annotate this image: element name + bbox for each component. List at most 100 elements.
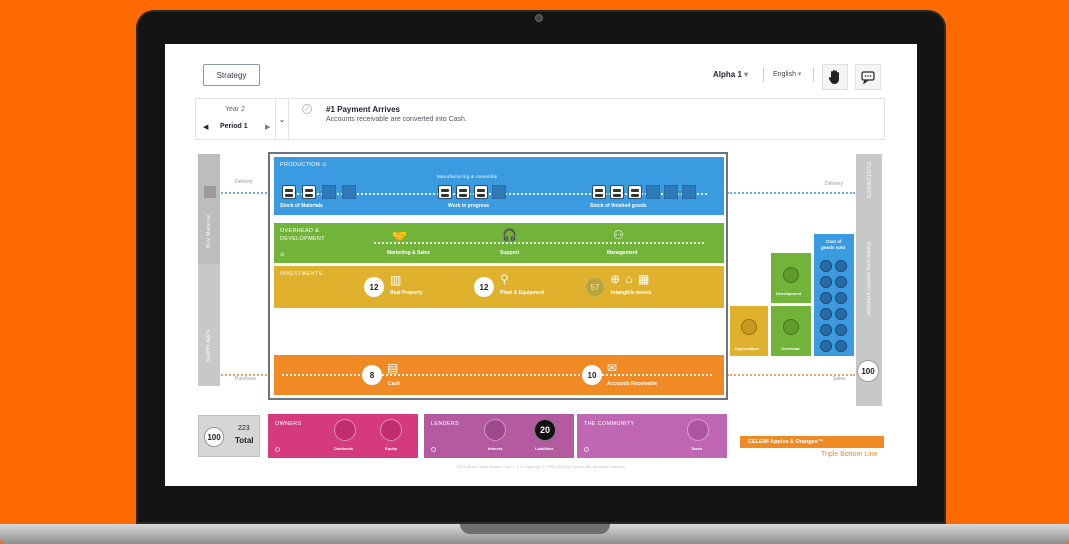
- development-slot[interactable]: [783, 267, 799, 283]
- headset-icon: 🎧: [502, 228, 517, 242]
- wip-stack[interactable]: [474, 185, 488, 199]
- empty-slot[interactable]: [646, 185, 660, 199]
- period-next-button[interactable]: ▶: [265, 123, 270, 131]
- production-title: PRODUCTION ⊙: [280, 162, 327, 168]
- cogs-slot[interactable]: [820, 260, 832, 272]
- camera-icon: [535, 14, 543, 22]
- info-icon: ⊙: [321, 162, 327, 168]
- cogs-slot[interactable]: [820, 276, 832, 288]
- chevron-down-icon: ⌄: [278, 114, 286, 124]
- purchase-label: Purchase: [235, 376, 257, 382]
- sales-label: Sales: [833, 376, 846, 382]
- finished-stack[interactable]: [628, 185, 642, 199]
- support-label: Support: [500, 250, 520, 256]
- intangible-label: Intangible assets: [611, 290, 652, 296]
- cogs-slot[interactable]: [820, 324, 832, 336]
- event-expand-button[interactable]: ⌄: [275, 98, 289, 140]
- year-label: Year 2: [225, 106, 245, 113]
- receivable-coin[interactable]: 10: [582, 365, 602, 385]
- dividends-slot[interactable]: [334, 419, 356, 441]
- event-description: Accounts receivable are converted into C…: [326, 116, 467, 123]
- handshake-icon: 🤝: [392, 229, 407, 243]
- chat-icon: [861, 70, 875, 84]
- cash-flow: [282, 374, 712, 376]
- divider: [763, 68, 764, 82]
- language-select[interactable]: English ▾: [773, 70, 801, 78]
- intangible-coin[interactable]: 57: [585, 277, 605, 297]
- marketing-label: Marketing & Sales: [387, 250, 431, 256]
- period-prev-button[interactable]: ◀: [203, 123, 208, 131]
- intangibles-icons: ⊕ ⌂ ▦: [610, 272, 651, 286]
- cogs-slot[interactable]: [835, 324, 847, 336]
- plant-coin[interactable]: 12: [474, 277, 494, 297]
- lenders-box: LENDERS Interest 20 Liabilities: [424, 414, 574, 458]
- raise-hand-button[interactable]: [822, 64, 848, 90]
- overhead-title-1: OVERHEAD &: [280, 228, 320, 234]
- owners-title: OWNERS: [275, 421, 302, 427]
- development-block[interactable]: Development: [771, 253, 811, 303]
- depreciation-slot[interactable]: [741, 319, 757, 335]
- check-icon: ✓: [302, 104, 312, 114]
- depreciation-block[interactable]: Depreciation: [730, 306, 768, 356]
- cash-coin[interactable]: 8: [362, 365, 382, 385]
- real-property-coin[interactable]: 12: [364, 277, 384, 297]
- org-chart-icon: ⚇: [613, 228, 624, 242]
- material-stack[interactable]: [302, 185, 316, 199]
- market-potential-coin[interactable]: 100: [857, 360, 879, 382]
- cash-label: Cash: [388, 381, 401, 387]
- event-title: #1 Payment Arrives: [326, 105, 400, 114]
- equity-slot[interactable]: [380, 419, 402, 441]
- cash-band: 8 ▤ Cash 10 ✉ Accounts Receivable: [274, 355, 724, 395]
- wip-stack[interactable]: [456, 185, 470, 199]
- cogs-slot[interactable]: [835, 308, 847, 320]
- chevron-down-icon: ▾: [797, 71, 802, 78]
- material-slot[interactable]: [204, 186, 216, 198]
- cogs-slot[interactable]: [820, 292, 832, 304]
- info-icon: [275, 447, 280, 452]
- receivable-label: Accounts Receivable: [607, 381, 658, 387]
- cogs-slot[interactable]: [835, 292, 847, 304]
- cogs-slot[interactable]: [820, 340, 832, 352]
- cogs-slot[interactable]: [835, 260, 847, 272]
- cogs-block[interactable]: Cost of goods sold: [814, 234, 854, 356]
- building-icon: ▥: [390, 273, 402, 287]
- wip-stack[interactable]: [438, 185, 452, 199]
- material-stack[interactable]: [282, 185, 296, 199]
- taxes-slot[interactable]: [687, 419, 709, 441]
- investments-title: INVESTMENTS: [280, 271, 323, 277]
- total-coin[interactable]: 100: [204, 427, 224, 447]
- language-name: English: [773, 71, 796, 78]
- cogs-slot[interactable]: [835, 276, 847, 288]
- overhead-cost-block[interactable]: Overhead: [771, 306, 811, 356]
- overhead-slot[interactable]: [783, 319, 799, 335]
- owners-box: OWNERS Dividends Equity: [268, 414, 418, 458]
- chat-button[interactable]: [855, 64, 881, 90]
- cogs-label-2: goods sold: [821, 245, 845, 250]
- empty-slot[interactable]: [664, 185, 678, 199]
- empty-slot[interactable]: [492, 185, 506, 199]
- lenders-title: LENDERS: [431, 421, 460, 427]
- laptop-hinge: [460, 524, 610, 534]
- empty-slot[interactable]: [682, 185, 696, 199]
- hand-icon: [828, 70, 839, 84]
- buy-material-label: Buy Material: [206, 214, 212, 248]
- management-label: Management: [607, 250, 638, 256]
- total-label: Total: [235, 436, 254, 445]
- development-label: Development: [776, 291, 802, 296]
- cash-register-icon: ▤: [387, 361, 399, 375]
- community-title: THE COMMUNITY: [584, 421, 635, 427]
- delivery-label: Delivery: [235, 179, 254, 185]
- info-icon: [431, 447, 436, 452]
- liabilities-coin[interactable]: 20: [534, 419, 556, 441]
- empty-slot[interactable]: [322, 185, 336, 199]
- team-select[interactable]: Alpha 1 ▾: [713, 70, 748, 79]
- cogs-slot[interactable]: [820, 308, 832, 320]
- finished-stack[interactable]: [592, 185, 606, 199]
- cogs-slot[interactable]: [835, 340, 847, 352]
- strategy-button[interactable]: Strategy: [203, 64, 260, 86]
- empty-slot[interactable]: [342, 185, 356, 199]
- finished-stack[interactable]: [610, 185, 624, 199]
- interest-label: Interest: [488, 446, 503, 451]
- interest-slot[interactable]: [484, 419, 506, 441]
- cogs-label-1: Cost of: [826, 239, 842, 244]
